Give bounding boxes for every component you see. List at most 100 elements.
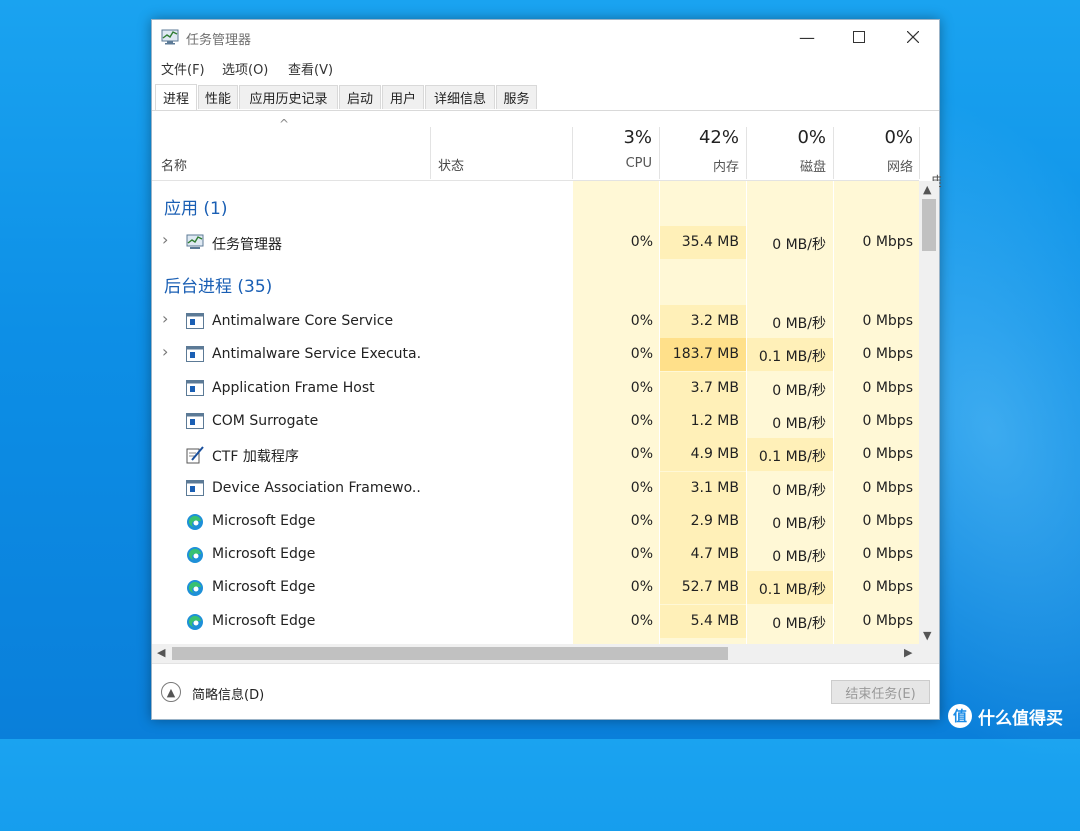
expand-chevron-icon[interactable]: ›: [162, 342, 168, 361]
process-disk: 0 MB/秒: [772, 515, 826, 532]
process-disk: 0.1 MB/秒: [758, 582, 826, 599]
process-network: 0 Mbps: [862, 379, 913, 396]
scroll-up-icon[interactable]: ▲: [923, 183, 931, 196]
horizontal-scroll-thumb[interactable]: [172, 647, 728, 660]
process-memory: 4.7 MB: [690, 546, 739, 563]
header-name[interactable]: 名称: [161, 155, 187, 174]
header-disk-label: 磁盘: [799, 160, 826, 175]
process-cpu: 0%: [630, 512, 653, 529]
header-cpu[interactable]: 3% CPU: [572, 127, 652, 171]
process-network: 0 Mbps: [862, 234, 913, 250]
title-bar[interactable]: 任务管理器 —: [152, 20, 939, 54]
process-cpu: 0%: [630, 446, 653, 463]
end-task-button[interactable]: 结束任务(E): [831, 680, 930, 704]
close-button[interactable]: [890, 24, 936, 50]
process-memory: 3.2 MB: [690, 313, 739, 329]
menu-view[interactable]: 查看(V): [288, 59, 333, 78]
column-divider[interactable]: [919, 127, 920, 179]
column-divider[interactable]: [430, 127, 431, 179]
expand-chevron-icon[interactable]: ›: [162, 309, 168, 328]
process-network: 0 Mbps: [862, 579, 913, 596]
process-network: 0 Mbps: [862, 412, 913, 429]
process-row[interactable]: › 任务管理器 0% 35.4 MB 0 MB/秒 0 Mbps: [152, 226, 919, 259]
header-memory-percent: 42%: [698, 127, 739, 148]
process-row[interactable]: › Antimalware Core Service 0% 3.2 MB 0 MB/秒 0…: [152, 305, 919, 338]
process-row[interactable]: Microsoft Edge 0% 4.7 MB 0 MB/秒 0 Mbps: [152, 538, 919, 572]
header-network-percent: 0%: [884, 127, 913, 148]
process-network: 0 Mbps: [862, 446, 913, 463]
edge-icon: [186, 546, 204, 564]
tab-users[interactable]: 用户: [382, 85, 424, 109]
process-memory: 1.2 MB: [690, 412, 739, 429]
scrollbar-corner: [919, 644, 939, 663]
process-network: 0 Mbps: [862, 479, 913, 496]
process-memory: 2.9 MB: [690, 512, 739, 529]
maximize-icon: [853, 31, 865, 43]
process-row[interactable]: Microsoft Edge 0% 5.4 MB 0 MB/秒 0 Mbps: [152, 604, 919, 638]
vertical-scrollbar[interactable]: ▲ ▼: [919, 181, 939, 644]
watermark: 值 什么值得买: [948, 700, 1063, 732]
header-network-label: 网络: [886, 160, 913, 175]
minimize-button[interactable]: —: [784, 24, 830, 50]
collapse-circle-icon[interactable]: ▲: [161, 682, 181, 702]
process-memory: 3.1 MB: [690, 479, 739, 496]
group-header-apps[interactable]: 应用 (1): [152, 189, 919, 222]
header-disk[interactable]: 0% 磁盘: [746, 127, 826, 175]
scroll-left-icon[interactable]: ◀: [157, 646, 165, 659]
process-disk: 0 MB/秒: [772, 615, 826, 632]
tab-performance[interactable]: 性能: [198, 85, 238, 109]
close-icon: [907, 31, 919, 43]
process-cpu: 0%: [630, 346, 653, 363]
service-window-icon: [186, 412, 204, 429]
header-memory[interactable]: 42% 内存: [659, 127, 739, 175]
service-window-icon: [186, 479, 204, 496]
process-network: 0 Mbps: [862, 512, 913, 529]
group-header-background[interactable]: 后台进程 (35): [152, 267, 919, 300]
service-window-icon: [186, 346, 204, 363]
header-network[interactable]: 0% 网络: [833, 127, 913, 175]
process-disk: 0.1 MB/秒: [758, 449, 826, 466]
process-row[interactable]: Device Association Framewo... 0% 3.1 MB 0 M…: [152, 471, 919, 505]
process-cpu: 0%: [630, 546, 653, 563]
process-name: 任务管理器: [212, 237, 282, 253]
task-manager-window: 任务管理器 — 文件(F) 选项(O) 查看(V) 进程 性能 应用历史记录 启…: [151, 19, 941, 720]
footer-bar: ▲ 简略信息(D) 结束任务(E): [152, 663, 939, 720]
header-cpu-percent: 3%: [623, 127, 652, 148]
tab-services[interactable]: 服务: [496, 85, 537, 109]
process-row[interactable]: Application Frame Host 0% 3.7 MB 0 MB/秒 0 Mb…: [152, 371, 919, 405]
menu-options[interactable]: 选项(O): [222, 59, 268, 78]
vertical-scroll-thumb[interactable]: [922, 199, 936, 251]
header-status[interactable]: 状态: [438, 155, 464, 174]
scroll-right-icon[interactable]: ▶: [904, 646, 912, 659]
service-window-icon: [186, 379, 204, 396]
process-memory: 3.7 MB: [690, 379, 739, 396]
process-disk: 0 MB/秒: [772, 549, 826, 566]
process-row[interactable]: Microsoft Edge 0% 52.7 MB 0.1 MB/秒 0 Mbps: [152, 571, 919, 605]
process-name: Device Association Framewo...: [212, 479, 422, 496]
service-window-icon: [186, 313, 204, 329]
horizontal-scrollbar[interactable]: ◀ ▶: [152, 644, 919, 663]
scroll-down-icon[interactable]: ▼: [923, 629, 931, 642]
process-row[interactable]: CTF 加载程序 0% 4.9 MB 0.1 MB/秒 0 Mbps: [152, 438, 919, 472]
process-row[interactable]: › Antimalware Service Executa... 0% 183.7 M…: [152, 338, 919, 372]
menu-file[interactable]: 文件(F): [161, 59, 205, 78]
fewer-details-link[interactable]: 简略信息(D): [192, 684, 264, 703]
process-name: Microsoft Edge: [212, 579, 316, 596]
maximize-button[interactable]: [836, 24, 882, 50]
header-cpu-label: CPU: [625, 156, 652, 171]
expand-chevron-icon[interactable]: ›: [162, 230, 168, 249]
watermark-badge: 值: [948, 704, 972, 728]
process-cpu: 0%: [630, 379, 653, 396]
tab-processes[interactable]: 进程: [155, 84, 197, 110]
tab-details[interactable]: 详细信息: [425, 85, 495, 109]
process-name: CTF 加载程序: [212, 449, 299, 466]
process-row[interactable]: COM Surrogate 0% 1.2 MB 0 MB/秒 0 Mbps: [152, 404, 919, 438]
tab-startup[interactable]: 启动: [339, 85, 381, 109]
process-disk: 0 MB/秒: [772, 482, 826, 499]
process-disk: 0 MB/秒: [772, 237, 826, 253]
process-cpu: 0%: [630, 612, 653, 629]
tab-bar: 进程 性能 应用历史记录 启动 用户 详细信息 服务: [152, 83, 939, 111]
process-row[interactable]: Microsoft Edge 0% 2.9 MB 0 MB/秒 0 Mbps: [152, 504, 919, 538]
tab-app-history[interactable]: 应用历史记录: [239, 85, 338, 109]
process-memory: 52.7 MB: [681, 579, 739, 596]
